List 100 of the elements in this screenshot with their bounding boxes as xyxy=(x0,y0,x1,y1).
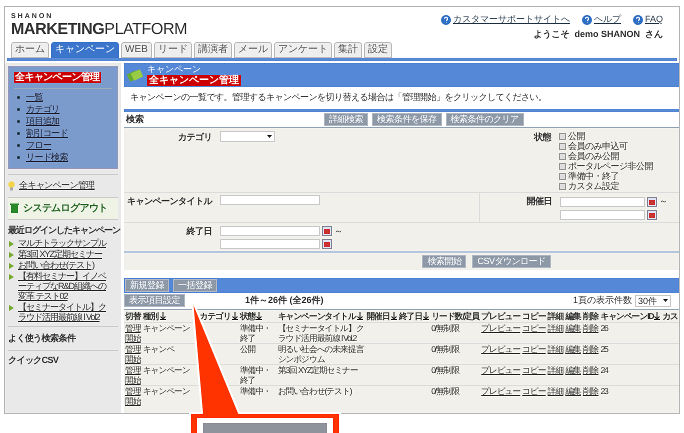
menu-link[interactable]: フロー xyxy=(26,140,52,151)
per-page-select[interactable]: 30件 xyxy=(634,294,671,307)
column-header[interactable]: 削除 xyxy=(582,310,598,320)
table-link[interactable]: コピー xyxy=(521,343,547,364)
column-header[interactable]: リード数/定員 xyxy=(431,310,480,320)
title-input[interactable] xyxy=(220,195,320,205)
column-header[interactable]: 編集 xyxy=(565,310,581,320)
date-input[interactable] xyxy=(560,210,645,220)
calendar-icon[interactable] xyxy=(322,226,332,236)
checkbox-label: 公開 xyxy=(568,131,585,141)
table-cell: 24 xyxy=(599,364,662,385)
table-link[interactable]: 削除 xyxy=(582,364,600,385)
column-header[interactable]: コピー xyxy=(522,310,546,320)
table-link[interactable]: 管理開始 xyxy=(124,385,142,406)
table-link[interactable]: コピー xyxy=(521,385,547,406)
menu-link[interactable]: リード検索 xyxy=(26,152,68,163)
status-checkbox[interactable] xyxy=(559,132,566,140)
recent-campaign-link[interactable]: 【有料セミナー】イノベーティブなR&D組織への変革 テスト02 xyxy=(18,271,109,301)
status-checkbox[interactable] xyxy=(559,182,566,190)
bullet-icon xyxy=(17,108,20,111)
table-link[interactable]: 編集 xyxy=(564,343,582,364)
checkbox-label: カスタム設定 xyxy=(568,181,619,191)
recent-campaign-link[interactable]: 第3回 XYZ定期セミナー xyxy=(18,249,102,259)
category-select[interactable] xyxy=(220,131,275,142)
status-checkbox[interactable] xyxy=(559,152,566,160)
bullet-icon xyxy=(17,156,20,159)
table-link[interactable]: 管理開始 xyxy=(124,322,142,343)
date-input[interactable] xyxy=(220,239,320,249)
table-link[interactable]: 編集 xyxy=(564,322,582,343)
table-link[interactable]: 削除 xyxy=(582,343,600,364)
header-link[interactable]: カスタマーサポートサイトへ xyxy=(440,13,570,26)
nav-tab[interactable]: 設定 xyxy=(364,42,392,58)
table-link[interactable]: 詳細 xyxy=(546,385,564,406)
table-cell: 準備中・ xyxy=(238,385,277,406)
table-link[interactable]: 編集 xyxy=(564,385,582,406)
calendar-icon[interactable] xyxy=(647,196,657,207)
column-header[interactable]: カス xyxy=(662,310,678,320)
dropdown-caret-icon xyxy=(663,299,668,302)
table-link[interactable]: 詳細 xyxy=(546,322,564,343)
menu-title: 全キャンペーン管理 xyxy=(14,72,101,83)
status-checkbox[interactable] xyxy=(559,162,566,170)
sort-arrow-icon xyxy=(654,312,660,320)
column-header[interactable]: 切替 xyxy=(125,310,141,320)
all-campaigns-link[interactable]: 全キャンペーン管理 xyxy=(19,179,95,192)
quick-csv-heading: クイックCSV xyxy=(8,355,58,365)
nav-tab[interactable]: 集計 xyxy=(334,42,362,58)
table-link[interactable]: コピー xyxy=(521,322,547,343)
table-link[interactable]: 管理開始 xyxy=(124,343,142,364)
table-cell: キャンペーン xyxy=(142,364,191,385)
table-link[interactable]: プレビュー xyxy=(480,364,522,385)
column-header[interactable]: 開催日 xyxy=(366,310,397,320)
column-header[interactable]: 終了日 xyxy=(398,310,430,320)
status-checkbox[interactable] xyxy=(559,172,566,180)
column-header[interactable]: キャンペーンID xyxy=(600,310,660,320)
table-cell: 明るい社会への未来提言シンポジウム xyxy=(276,343,366,364)
nav-tab[interactable]: 講演者 xyxy=(194,42,232,58)
nav-tab[interactable]: WEB xyxy=(121,42,152,58)
nav-tab[interactable]: リード xyxy=(154,42,192,58)
nav-tab[interactable]: アンケート xyxy=(274,42,332,58)
recent-campaign-link[interactable]: マルチトラックサンプル xyxy=(18,238,106,248)
table-cell: 0/無制限 xyxy=(430,343,480,364)
column-header[interactable]: 詳細 xyxy=(548,310,564,320)
column-header[interactable]: プレビュー xyxy=(481,310,520,320)
table-link[interactable]: 削除 xyxy=(582,385,600,406)
bullet-icon xyxy=(17,96,20,99)
menu-link[interactable]: 項目追加 xyxy=(26,116,60,127)
table-link[interactable]: プレビュー xyxy=(480,385,522,406)
nav-tab[interactable]: キャンペーン xyxy=(51,42,119,58)
header-link[interactable]: ヘルプ xyxy=(582,13,621,26)
column-header[interactable]: 種別 xyxy=(142,310,166,320)
menu-link[interactable]: カテゴリ xyxy=(26,104,60,115)
date-input[interactable] xyxy=(560,196,645,207)
table-link[interactable]: 詳細 xyxy=(546,343,564,364)
status-checkbox[interactable] xyxy=(559,142,566,150)
calendar-icon[interactable] xyxy=(322,239,332,249)
menu-link[interactable]: 割引コード xyxy=(26,128,68,139)
table-cell: 公開 xyxy=(238,343,277,364)
recent-campaign-link[interactable]: 【セミナータイトル】クラウド活用最前線 l Vol2 xyxy=(18,302,109,322)
column-header[interactable]: キャンペーンタイトル xyxy=(278,310,363,320)
logout-panel[interactable]: システムログアウト xyxy=(8,196,118,220)
menu-link[interactable]: 一覧 xyxy=(26,92,43,103)
date-input[interactable] xyxy=(220,226,320,236)
page-description: キャンペーンの一覧です。管理するキャンペーンを切り替える場合は「管理開始」をクリックしてください。 xyxy=(129,91,548,104)
nav-tab[interactable]: ホーム xyxy=(11,42,49,58)
recent-campaign-link[interactable]: お問い合わせ(テスト) xyxy=(18,260,94,270)
field-label: キャンペーンタイトル xyxy=(126,195,214,208)
table-link[interactable]: 詳細 xyxy=(546,364,564,385)
arrow-bullet-icon xyxy=(8,304,15,312)
column-header[interactable]: 状態 xyxy=(240,310,262,320)
table-link[interactable]: プレビュー xyxy=(480,322,522,343)
calendar-icon[interactable] xyxy=(647,210,657,220)
table-link[interactable]: 削除 xyxy=(582,322,600,343)
table-link[interactable]: 編集 xyxy=(564,364,582,385)
header-link[interactable]: FAQ xyxy=(632,13,663,26)
table-link[interactable]: 管理開始 xyxy=(124,364,142,385)
sort-arrow-icon xyxy=(390,312,397,320)
table-link[interactable]: コピー xyxy=(521,364,547,385)
nav-tab[interactable]: メール xyxy=(234,42,272,58)
table-link[interactable]: プレビュー xyxy=(480,343,522,364)
table-cell-text: キャンペーン xyxy=(142,385,191,398)
